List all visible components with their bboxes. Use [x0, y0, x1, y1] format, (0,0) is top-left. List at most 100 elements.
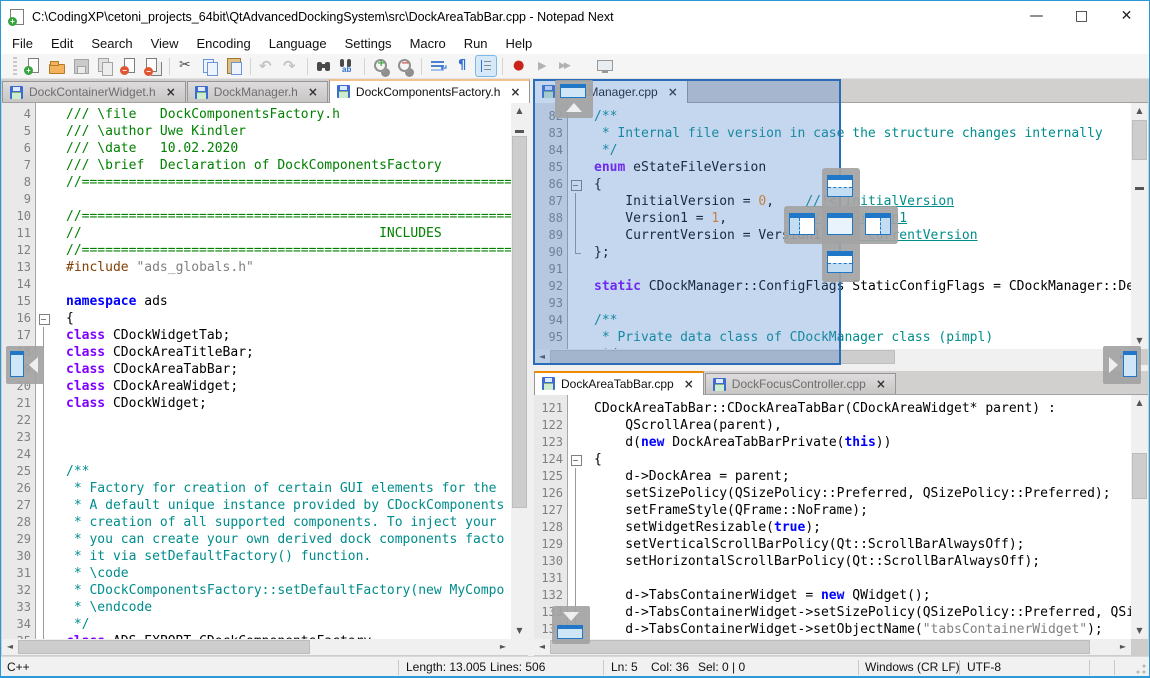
code-line[interactable]: 13#include "ads_globals.h" — [2, 259, 511, 276]
code-line[interactable]: 10//====================================… — [2, 208, 511, 225]
code-line[interactable]: 134 d->TabsContainerWidget->setObjectNam… — [534, 621, 1131, 638]
record-macro-icon[interactable] — [509, 56, 529, 76]
code-line[interactable]: 11// INCLUDES — [2, 225, 511, 242]
menu-settings[interactable]: Settings — [336, 34, 401, 53]
menu-edit[interactable]: Edit — [42, 34, 82, 53]
menu-language[interactable]: Language — [260, 34, 336, 53]
horizontal-scrollbar[interactable]: ◄ ► — [2, 639, 511, 655]
code-line[interactable]: 18class CDockAreaTitleBar; — [2, 344, 511, 361]
menu-search[interactable]: Search — [82, 34, 141, 53]
scrollbar-thumb[interactable] — [512, 136, 527, 508]
code-line[interactable]: 7/// \brief Declaration of DockComponent… — [2, 157, 511, 174]
vertical-scrollbar[interactable]: ▲ ▼ — [1131, 103, 1148, 349]
tab-DockAreaTabBar.cpp[interactable]: DockAreaTabBar.cpp× — [534, 371, 704, 395]
code-line[interactable]: 34 */ — [2, 616, 511, 633]
scroll-down-icon[interactable]: ▼ — [511, 623, 528, 639]
tab-close-icon[interactable]: × — [682, 378, 696, 390]
code-line[interactable]: 19class CDockAreaTabBar; — [2, 361, 511, 378]
scroll-left-icon[interactable]: ◄ — [2, 639, 18, 655]
container-dock-top-indicator[interactable] — [555, 80, 593, 118]
code-line[interactable]: 8//=====================================… — [2, 174, 511, 191]
menu-run[interactable]: Run — [455, 34, 497, 53]
open-file-icon[interactable] — [47, 56, 67, 76]
code-line[interactable]: 130 setHorizontalScrollBarPolicy(Qt::Scr… — [534, 553, 1131, 570]
code-line[interactable]: 126 setSizePolicy(QSizePolicy::Preferred… — [534, 485, 1131, 502]
code-line[interactable]: 22 — [2, 412, 511, 429]
code-line[interactable]: 29 * you can create your own derived doc… — [2, 531, 511, 548]
indent-guides-icon[interactable] — [476, 56, 496, 76]
code-line[interactable]: 133 d->TabsContainerWidget->setSizePolic… — [534, 604, 1131, 621]
tab-DockComponentsFactory.h[interactable]: DockComponentsFactory.h× — [329, 79, 531, 103]
scrollbar-thumb[interactable] — [1132, 120, 1147, 160]
find-icon[interactable] — [314, 56, 334, 76]
paste-icon[interactable] — [224, 56, 244, 76]
code-line[interactable]: 125 d->DockArea = parent; — [534, 468, 1131, 485]
code-line[interactable]: 21class CDockWidget; — [2, 395, 511, 412]
zoom-in-icon[interactable] — [371, 56, 391, 76]
code-line[interactable]: 124{ — [534, 451, 1131, 468]
code-line[interactable]: 30 * it via setDefaultFactory() function… — [2, 548, 511, 565]
scroll-up-icon[interactable]: ▲ — [511, 103, 528, 119]
replace-icon[interactable] — [338, 56, 358, 76]
code-line[interactable]: 33 * \endcode — [2, 599, 511, 616]
code-line[interactable]: 25/** — [2, 463, 511, 480]
tab-DockManager.h[interactable]: DockManager.h× — [187, 81, 328, 102]
tab-close-icon[interactable]: × — [306, 86, 320, 98]
editor-left[interactable]: 4/// \file DockComponentsFactory.h5/// \… — [2, 103, 511, 639]
code-line[interactable]: 12//====================================… — [2, 242, 511, 259]
dock-top-indicator-icon[interactable] — [827, 175, 853, 197]
code-line[interactable]: 129 setVerticalScrollBarPolicy(Qt::Scrol… — [534, 536, 1131, 553]
menu-encoding[interactable]: Encoding — [188, 34, 260, 53]
scroll-up-icon[interactable]: ▲ — [1131, 395, 1148, 411]
code-line[interactable]: 27 * A default unique instance provided … — [2, 497, 511, 514]
menu-view[interactable]: View — [142, 34, 188, 53]
code-line[interactable]: 123 d(new DockAreaTabBarPrivate(this)) — [534, 434, 1131, 451]
close-button[interactable]: ✕ — [1104, 1, 1149, 33]
close-file-icon[interactable] — [119, 56, 139, 76]
word-wrap-icon[interactable] — [428, 56, 448, 76]
scroll-right-icon[interactable]: ► — [1115, 639, 1131, 655]
code-line[interactable]: 131 — [534, 570, 1131, 587]
code-line[interactable]: 4/// \file DockComponentsFactory.h — [2, 106, 511, 123]
code-line[interactable]: 132 d->TabsContainerWidget = new QWidget… — [534, 587, 1131, 604]
dock-bottom-indicator-icon[interactable] — [827, 251, 853, 273]
menu-file[interactable]: File — [3, 34, 42, 53]
code-line[interactable]: 14 — [2, 276, 511, 293]
code-line[interactable]: 23 — [2, 429, 511, 446]
maximize-button[interactable]: □ — [1059, 1, 1104, 33]
scroll-up-icon[interactable]: ▲ — [1131, 103, 1148, 119]
scrollbar-thumb[interactable] — [550, 640, 1090, 654]
code-line[interactable]: 26 * Factory for creation of certain GUI… — [2, 480, 511, 497]
scrollbar-thumb[interactable] — [18, 640, 310, 654]
new-file-icon[interactable] — [23, 56, 43, 76]
copy-icon[interactable] — [200, 56, 220, 76]
scroll-right-icon[interactable]: ► — [495, 639, 511, 655]
container-dock-right-indicator[interactable] — [1103, 346, 1141, 384]
zoom-out-icon[interactable] — [395, 56, 415, 76]
code-line[interactable]: 15namespace ads — [2, 293, 511, 310]
fold-collapse-icon[interactable] — [36, 310, 50, 327]
horizontal-scrollbar[interactable]: ◄ ► — [534, 639, 1131, 655]
code-line[interactable]: 16{ — [2, 310, 511, 327]
code-line[interactable]: 17class CDockWidgetTab; — [2, 327, 511, 344]
tab-close-icon[interactable]: × — [508, 86, 522, 98]
code-line[interactable]: 9 — [2, 191, 511, 208]
show-symbols-icon[interactable] — [452, 56, 472, 76]
code-line[interactable]: 20class CDockAreaWidget; — [2, 378, 511, 395]
menu-help[interactable]: Help — [497, 34, 542, 53]
resize-grip[interactable] — [1136, 664, 1146, 674]
code-line[interactable]: 28 * creation of all supported component… — [2, 514, 511, 531]
dock-right-indicator-icon[interactable] — [865, 213, 891, 235]
fold-collapse-icon[interactable] — [568, 451, 582, 468]
code-line[interactable]: 31 * \code — [2, 565, 511, 582]
container-dock-left-indicator[interactable] — [6, 346, 44, 384]
tab-DockFocusController.cpp[interactable]: DockFocusController.cpp× — [705, 373, 896, 394]
dock-center-indicator-icon[interactable] — [827, 213, 853, 235]
code-line[interactable]: 128 setWidgetResizable(true); — [534, 519, 1131, 536]
tab-close-icon[interactable]: × — [164, 86, 178, 98]
scroll-down-icon[interactable]: ▼ — [1131, 623, 1148, 639]
cut-icon[interactable] — [176, 56, 196, 76]
container-dock-bottom-indicator[interactable] — [552, 606, 590, 644]
code-line[interactable]: 122 QScrollArea(parent), — [534, 417, 1131, 434]
editor-bottom-right[interactable]: 121CDockAreaTabBar::CDockAreaTabBar(CDoc… — [534, 395, 1131, 639]
